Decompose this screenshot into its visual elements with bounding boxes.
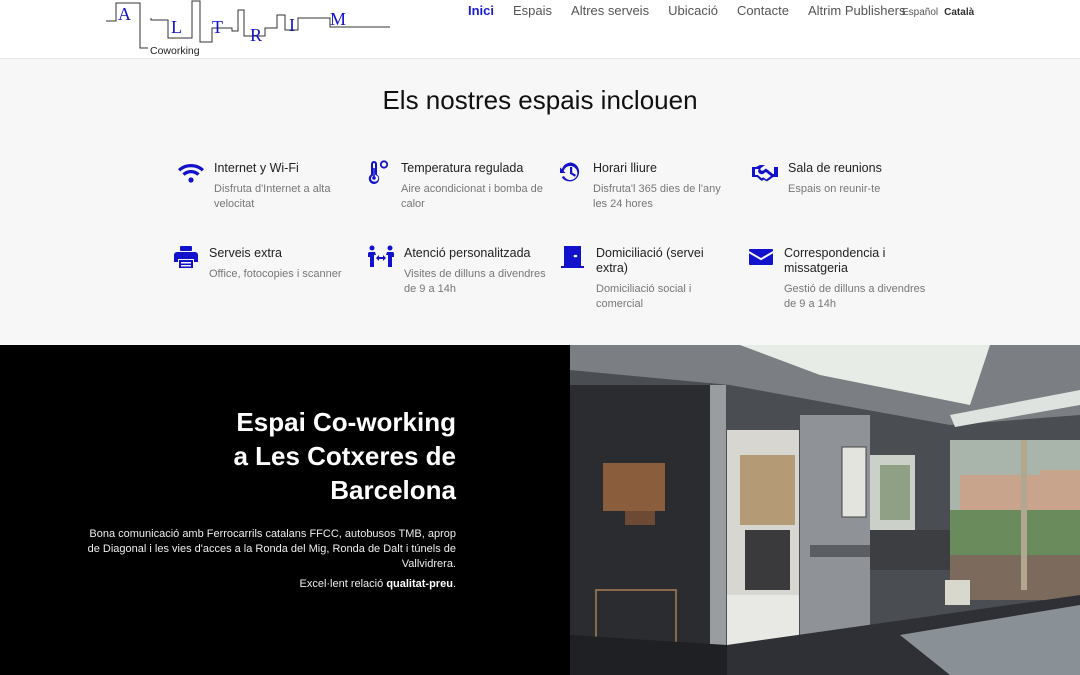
feature-title: Correspondencia i missatgeria xyxy=(784,246,886,275)
lang-catala[interactable]: Català xyxy=(944,7,974,18)
feature-item: Temperatura regulada Aire acondicionat i… xyxy=(363,160,543,212)
people-arrows-icon xyxy=(366,245,396,271)
lobby-photo-illustration xyxy=(570,345,1080,675)
feature-desc: Visites de dilluns a divendres de 9 a 14… xyxy=(404,268,546,295)
main-nav: Inici Espais Altres serveis Ubicació Con… xyxy=(468,3,925,18)
hero-value-bold: qualitat-preu xyxy=(386,578,453,590)
logo-letter-r: R xyxy=(250,25,262,45)
hero-description: Bona comunicació amb Ferrocarrils catala… xyxy=(87,528,456,570)
feature-item: Internet y Wi-Fi Disfruta d'Internet a a… xyxy=(176,160,356,212)
feature-item: Horari lliure Disfruta'l 365 dies de l'a… xyxy=(555,160,735,212)
feature-desc: Aire acondicionat i bomba de calor xyxy=(401,183,543,210)
feature-title: Temperatura regulada xyxy=(401,161,524,175)
language-switcher: Español Català xyxy=(902,7,980,18)
door-icon xyxy=(558,245,588,271)
altrim-logo[interactable]: A L T R I M Coworking xyxy=(104,0,394,58)
nav-link-espais[interactable]: Espais xyxy=(513,3,552,18)
hero-value-prefix: Excel·lent relació xyxy=(299,578,387,590)
nav-link-ubicacio[interactable]: Ubicació xyxy=(668,3,718,18)
lang-espanol[interactable]: Español xyxy=(902,7,938,18)
hero-text-panel: Espai Co-working a Les Cotxeres de Barce… xyxy=(0,345,570,675)
logo-letter-m: M xyxy=(330,9,346,29)
feature-desc: Domiciliació social i comercial xyxy=(596,283,692,310)
feature-item: Correspondencia i missatgeria Gestió de … xyxy=(746,245,926,312)
logo-letter-i: I xyxy=(289,15,295,35)
hero-value-statement: Excel·lent relació qualitat-preu. xyxy=(86,577,456,592)
feature-title: Sala de reunions xyxy=(788,161,882,175)
feature-desc: Disfruta d'Internet a alta velocitat xyxy=(214,183,331,210)
logo-subtitle: Coworking xyxy=(150,45,200,57)
logo-letter-l: L xyxy=(171,17,182,37)
nav-link-inici[interactable]: Inici xyxy=(468,3,494,18)
nav-link-altres-serveis[interactable]: Altres serveis xyxy=(571,3,649,18)
wifi-icon xyxy=(176,160,206,186)
feature-title: Domiciliació (servei extra) xyxy=(596,246,704,275)
logo-graphic: A L T R I M Coworking xyxy=(106,0,390,57)
features-title: Els nostres espais inclouen xyxy=(382,85,698,115)
hero-title-line: a Les Cotxeres de xyxy=(233,441,456,471)
feature-desc: Espais on reunir-te xyxy=(788,183,881,195)
features-section: Els nostres espais inclouen Internet y W… xyxy=(0,60,1080,345)
feature-item: Sala de reunions Espais on reunir-te xyxy=(750,160,930,197)
feature-desc: Disfruta'l 365 dies de l'any les 24 hore… xyxy=(593,183,721,210)
feature-title: Serveis extra xyxy=(209,246,282,260)
printer-icon xyxy=(171,245,201,271)
feature-item: Atenció personalitzada Visites de dillun… xyxy=(366,245,546,297)
hero-section: Espai Co-working a Les Cotxeres de Barce… xyxy=(0,345,1080,675)
hero-photo xyxy=(570,345,1080,675)
feature-item: Serveis extra Office, fotocopies i scann… xyxy=(171,245,351,282)
logo-letter-a: A xyxy=(118,4,131,24)
feature-title: Atenció personalitzada xyxy=(404,246,531,260)
hero-title-line: Barcelona xyxy=(330,475,456,505)
hero-title: Espai Co-working a Les Cotxeres de Barce… xyxy=(96,405,456,507)
envelope-icon xyxy=(746,245,776,271)
feature-item: Domiciliació (servei extra) Domiciliació… xyxy=(558,245,738,312)
hero-value-suffix: . xyxy=(452,578,456,590)
feature-desc: Office, fotocopies i scanner xyxy=(209,268,342,280)
history-clock-icon xyxy=(555,160,585,186)
nav-link-contacte[interactable]: Contacte xyxy=(737,3,789,18)
feature-desc: Gestió de dilluns a divendres de 9 a 14h xyxy=(784,283,926,310)
logo-letter-t: T xyxy=(212,17,223,37)
feature-title: Horari lliure xyxy=(593,161,657,175)
feature-title: Internet y Wi-Fi xyxy=(214,161,299,175)
site-header: A L T R I M Coworking Inici Espais Altre… xyxy=(0,0,1080,59)
thermometer-icon xyxy=(363,160,393,186)
handshake-icon xyxy=(750,160,780,186)
nav-link-altrim-publishers[interactable]: Altrim Publishers xyxy=(808,3,906,18)
hero-title-line: Espai Co-working xyxy=(236,407,456,437)
